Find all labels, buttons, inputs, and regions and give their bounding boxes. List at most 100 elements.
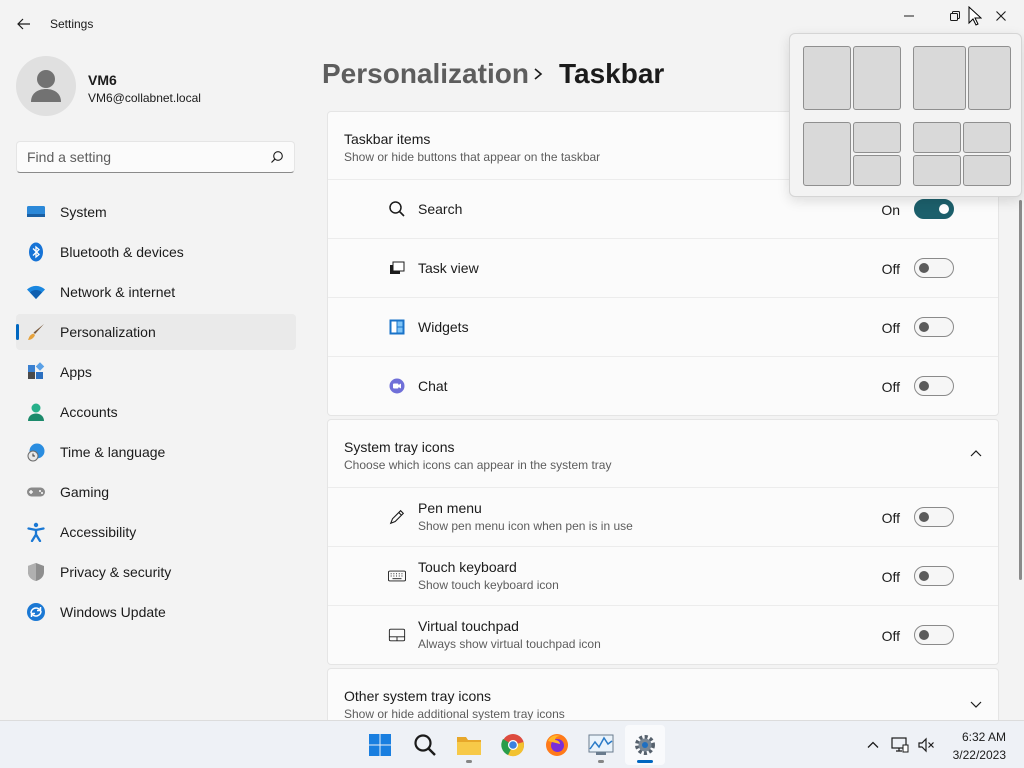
sidebar-item-windows-update[interactable]: Windows Update bbox=[16, 594, 296, 630]
sidebar-item-network[interactable]: Network & internet bbox=[16, 274, 296, 310]
network-tray-button[interactable] bbox=[890, 735, 910, 755]
close-button[interactable] bbox=[978, 0, 1024, 32]
setting-row-virtual-touchpad: Virtual touchpad Always show virtual tou… bbox=[328, 606, 998, 665]
snap-zone-half-right[interactable] bbox=[853, 46, 901, 110]
sidebar-item-system[interactable]: System bbox=[16, 194, 296, 230]
sidebar-item-time-language[interactable]: Time & language bbox=[16, 434, 296, 470]
snap-zone-wide-left[interactable] bbox=[913, 46, 966, 110]
shield-icon bbox=[26, 562, 46, 582]
back-arrow-icon bbox=[17, 18, 30, 30]
setting-row-task-view: Task view Off bbox=[328, 239, 998, 298]
breadcrumb-chevron-icon bbox=[530, 64, 546, 87]
setting-label: Chat bbox=[418, 378, 448, 394]
sidebar-nav: System Bluetooth & devices Network & int… bbox=[16, 194, 296, 634]
setting-description: Show pen menu icon when pen is in use bbox=[418, 519, 633, 533]
globe-clock-icon bbox=[26, 442, 46, 462]
resource-monitor-button[interactable] bbox=[581, 725, 621, 765]
sidebar-item-label: Bluetooth & devices bbox=[60, 244, 184, 260]
sidebar-item-privacy[interactable]: Privacy & security bbox=[16, 554, 296, 590]
virtual-touchpad-toggle[interactable] bbox=[914, 625, 954, 645]
wifi-icon bbox=[26, 282, 46, 302]
taskbar-search-button[interactable] bbox=[405, 725, 445, 765]
section-subtitle: Show or hide additional system tray icon… bbox=[344, 707, 565, 721]
minimize-button[interactable] bbox=[886, 0, 932, 32]
snap-zone-quad-bottom-right[interactable] bbox=[963, 155, 1011, 186]
snap-zone-narrow-right[interactable] bbox=[968, 46, 1011, 110]
sidebar-item-personalization[interactable]: Personalization bbox=[16, 314, 296, 350]
toggle-state-label: Off bbox=[881, 379, 900, 395]
task-view-toggle[interactable] bbox=[914, 258, 954, 278]
toggle-knob bbox=[919, 630, 929, 640]
firefox-button[interactable] bbox=[537, 725, 577, 765]
account-email: VM6@collabnet.local bbox=[88, 91, 201, 105]
speaker-muted-icon bbox=[918, 737, 934, 753]
snap-zone-three-bottom-right[interactable] bbox=[853, 155, 901, 186]
brush-icon bbox=[26, 322, 46, 342]
show-hidden-icons-button[interactable] bbox=[863, 735, 883, 755]
breadcrumb-parent[interactable]: Personalization bbox=[322, 58, 529, 90]
search-input[interactable] bbox=[17, 142, 247, 172]
sidebar-item-accessibility[interactable]: Accessibility bbox=[16, 514, 296, 550]
search-icon bbox=[414, 734, 436, 756]
snap-zone-quad-bottom-left[interactable] bbox=[913, 155, 961, 186]
sidebar-item-label: Apps bbox=[60, 364, 92, 380]
sidebar-item-label: Accessibility bbox=[60, 524, 137, 540]
widgets-toggle[interactable] bbox=[914, 317, 954, 337]
section-title: Other system tray icons bbox=[344, 688, 492, 704]
chrome-icon bbox=[501, 734, 524, 757]
setting-label: Widgets bbox=[418, 319, 469, 335]
sidebar-item-bluetooth[interactable]: Bluetooth & devices bbox=[16, 234, 296, 270]
volume-tray-button[interactable] bbox=[916, 735, 936, 755]
performance-chart-icon bbox=[588, 734, 614, 755]
start-button[interactable] bbox=[360, 725, 400, 765]
snap-zone-half-left[interactable] bbox=[803, 46, 851, 110]
widgets-icon bbox=[388, 318, 406, 336]
settings-button[interactable] bbox=[625, 725, 665, 765]
snap-zone-quad-top-left[interactable] bbox=[913, 122, 961, 153]
snap-zone-three-left[interactable] bbox=[803, 122, 851, 186]
back-button[interactable] bbox=[12, 12, 36, 36]
sidebar-item-gaming[interactable]: Gaming bbox=[16, 474, 296, 510]
chevron-down-icon[interactable] bbox=[970, 697, 982, 713]
system-tray-header[interactable]: System tray icons Choose which icons can… bbox=[328, 420, 998, 488]
sidebar-item-label: Time & language bbox=[60, 444, 166, 460]
gamepad-icon bbox=[26, 482, 46, 502]
other-tray-section[interactable]: Other system tray icons Show or hide add… bbox=[327, 668, 999, 728]
scrollbar[interactable] bbox=[1019, 200, 1022, 580]
touch-keyboard-toggle[interactable] bbox=[914, 566, 954, 586]
setting-row-touch-keyboard: Touch keyboard Show touch keyboard icon … bbox=[328, 547, 998, 606]
section-subtitle: Choose which icons can appear in the sys… bbox=[344, 458, 612, 472]
network-monitor-icon bbox=[891, 737, 909, 753]
sidebar-item-apps[interactable]: Apps bbox=[16, 354, 296, 390]
search-toggle[interactable] bbox=[914, 199, 954, 219]
toggle-state-label: Off bbox=[881, 628, 900, 644]
sidebar-item-label: Privacy & security bbox=[60, 564, 172, 580]
taskbar: 6:32 AM 3/22/2023 bbox=[0, 720, 1024, 768]
taskbar-clock-date[interactable]: 3/22/2023 bbox=[940, 748, 1006, 762]
setting-label: Pen menu bbox=[418, 500, 482, 516]
sidebar-item-accounts[interactable]: Accounts bbox=[16, 394, 296, 430]
snap-zone-three-top-right[interactable] bbox=[853, 122, 901, 153]
toggle-state-label: On bbox=[881, 202, 900, 218]
setting-description: Show touch keyboard icon bbox=[418, 578, 559, 592]
avatar[interactable] bbox=[16, 56, 76, 116]
setting-label: Search bbox=[418, 201, 463, 217]
person-icon bbox=[26, 402, 46, 422]
chevron-up-icon[interactable] bbox=[970, 447, 982, 463]
section-title: System tray icons bbox=[344, 439, 455, 455]
toggle-state-label: Off bbox=[881, 320, 900, 336]
bluetooth-icon bbox=[26, 242, 46, 262]
toggle-knob bbox=[919, 322, 929, 332]
file-explorer-button[interactable] bbox=[449, 725, 489, 765]
snap-zone-quad-top-right[interactable] bbox=[963, 122, 1011, 153]
task-view-icon bbox=[388, 259, 406, 277]
taskbar-clock-time[interactable]: 6:32 AM bbox=[940, 730, 1006, 744]
sidebar-item-label: Gaming bbox=[60, 484, 110, 500]
toggle-knob bbox=[919, 512, 929, 522]
system-tray-section: System tray icons Choose which icons can… bbox=[327, 419, 999, 665]
pen-menu-toggle[interactable] bbox=[914, 507, 954, 527]
chat-icon bbox=[388, 377, 406, 395]
chat-toggle[interactable] bbox=[914, 376, 954, 396]
chrome-button[interactable] bbox=[493, 725, 533, 765]
search-box[interactable] bbox=[16, 141, 295, 173]
